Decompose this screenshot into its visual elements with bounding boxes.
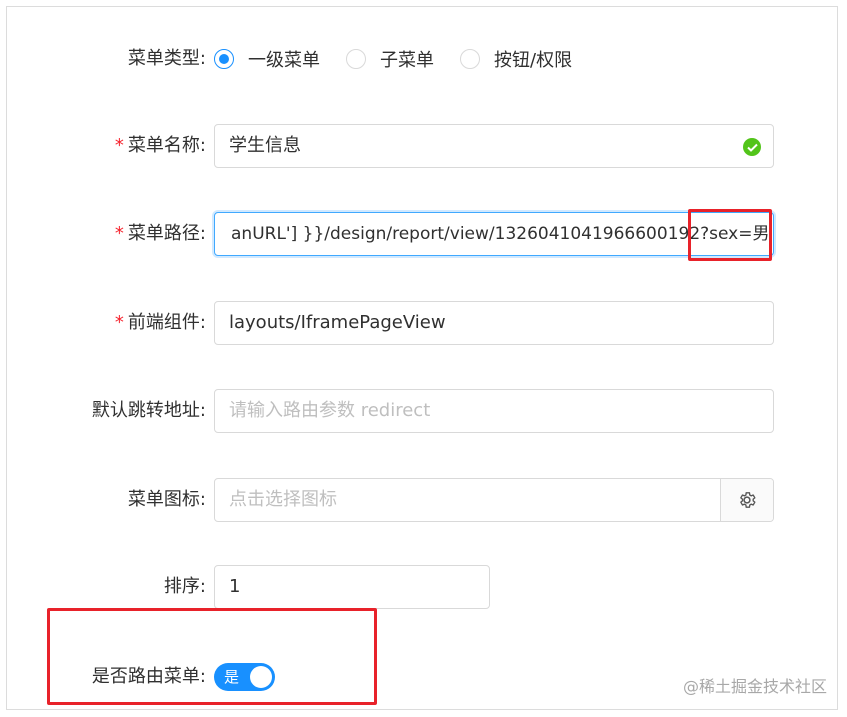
frontend-component-input[interactable]: layouts/IframePageView: [214, 301, 774, 345]
sort-input[interactable]: 1: [214, 565, 490, 609]
frontend-component-row: * 前端组件: layouts/IframePageView: [0, 301, 847, 345]
menu-name-label: * 菜单名称:: [114, 135, 206, 156]
menu-icon-input[interactable]: 点击选择图标: [214, 478, 774, 522]
required-mark: *: [114, 312, 124, 333]
menu-icon-row: 菜单图标: 点击选择图标: [0, 478, 847, 522]
radio-unchecked-icon: [346, 49, 366, 69]
sort-row: 排序: 1: [0, 565, 847, 609]
menu-name-value: 学生信息: [229, 135, 301, 156]
radio-label: 按钮/权限: [494, 50, 573, 71]
default-redirect-placeholder: 请输入路由参数 redirect: [229, 400, 431, 421]
radio-label: 子菜单: [380, 50, 434, 71]
sort-value: 1: [229, 576, 241, 597]
menu-name-row: * 菜单名称: 学生信息: [0, 124, 847, 168]
gear-icon: [740, 492, 756, 508]
menu-type-label: 菜单类型:: [127, 48, 206, 69]
radio-label: 一级菜单: [248, 50, 320, 71]
frontend-component-label: * 前端组件:: [114, 312, 206, 333]
icon-picker-button[interactable]: [720, 479, 773, 521]
menu-type-row: 菜单类型: 一级菜单 子菜单 按钮/权限: [0, 37, 847, 81]
menu-icon-placeholder: 点击选择图标: [229, 489, 337, 510]
default-redirect-label: 默认跳转地址:: [91, 400, 206, 421]
check-circle-icon: [743, 138, 761, 156]
required-mark: *: [114, 223, 124, 244]
default-redirect-input[interactable]: 请输入路由参数 redirect: [214, 389, 774, 433]
radio-sub-menu[interactable]: 子菜单: [346, 37, 434, 81]
required-mark: *: [114, 135, 124, 156]
menu-name-input[interactable]: 学生信息: [214, 124, 774, 168]
radio-checked-icon: [214, 49, 234, 69]
radio-first-level-menu[interactable]: 一级菜单: [214, 37, 320, 81]
menu-path-label: * 菜单路径:: [114, 223, 206, 244]
default-redirect-row: 默认跳转地址: 请输入路由参数 redirect: [0, 389, 847, 433]
highlight-box-path-param: [688, 209, 772, 261]
sort-label: 排序:: [163, 576, 206, 597]
frontend-component-value: layouts/IframePageView: [229, 312, 446, 333]
watermark: @稀土掘金技术社区: [682, 677, 827, 696]
radio-unchecked-icon: [460, 49, 480, 69]
radio-button-permission[interactable]: 按钮/权限: [460, 37, 572, 81]
menu-icon-label: 菜单图标:: [127, 489, 206, 510]
highlight-box-route-switch: [47, 608, 377, 705]
